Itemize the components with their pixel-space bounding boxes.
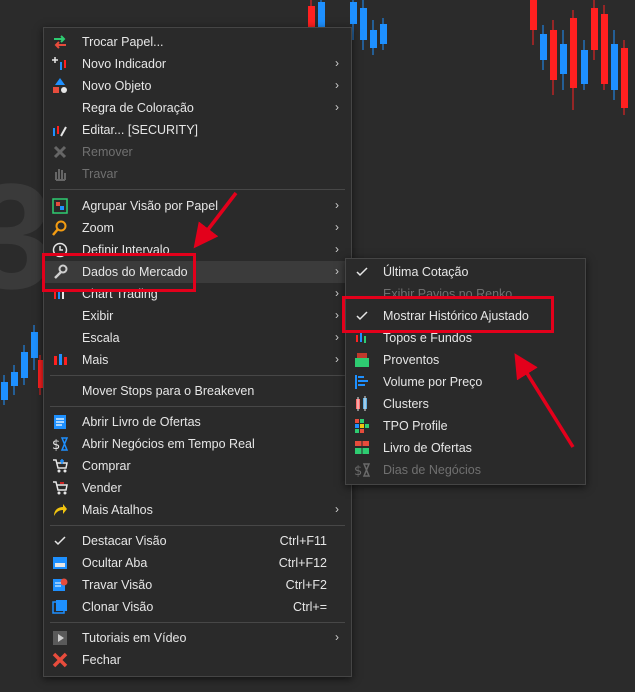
arrow-to-historico-ajustado: [514, 353, 575, 448]
annotation-arrows: [193, 191, 575, 448]
arrow-to-dados-do-mercado: [193, 191, 238, 249]
